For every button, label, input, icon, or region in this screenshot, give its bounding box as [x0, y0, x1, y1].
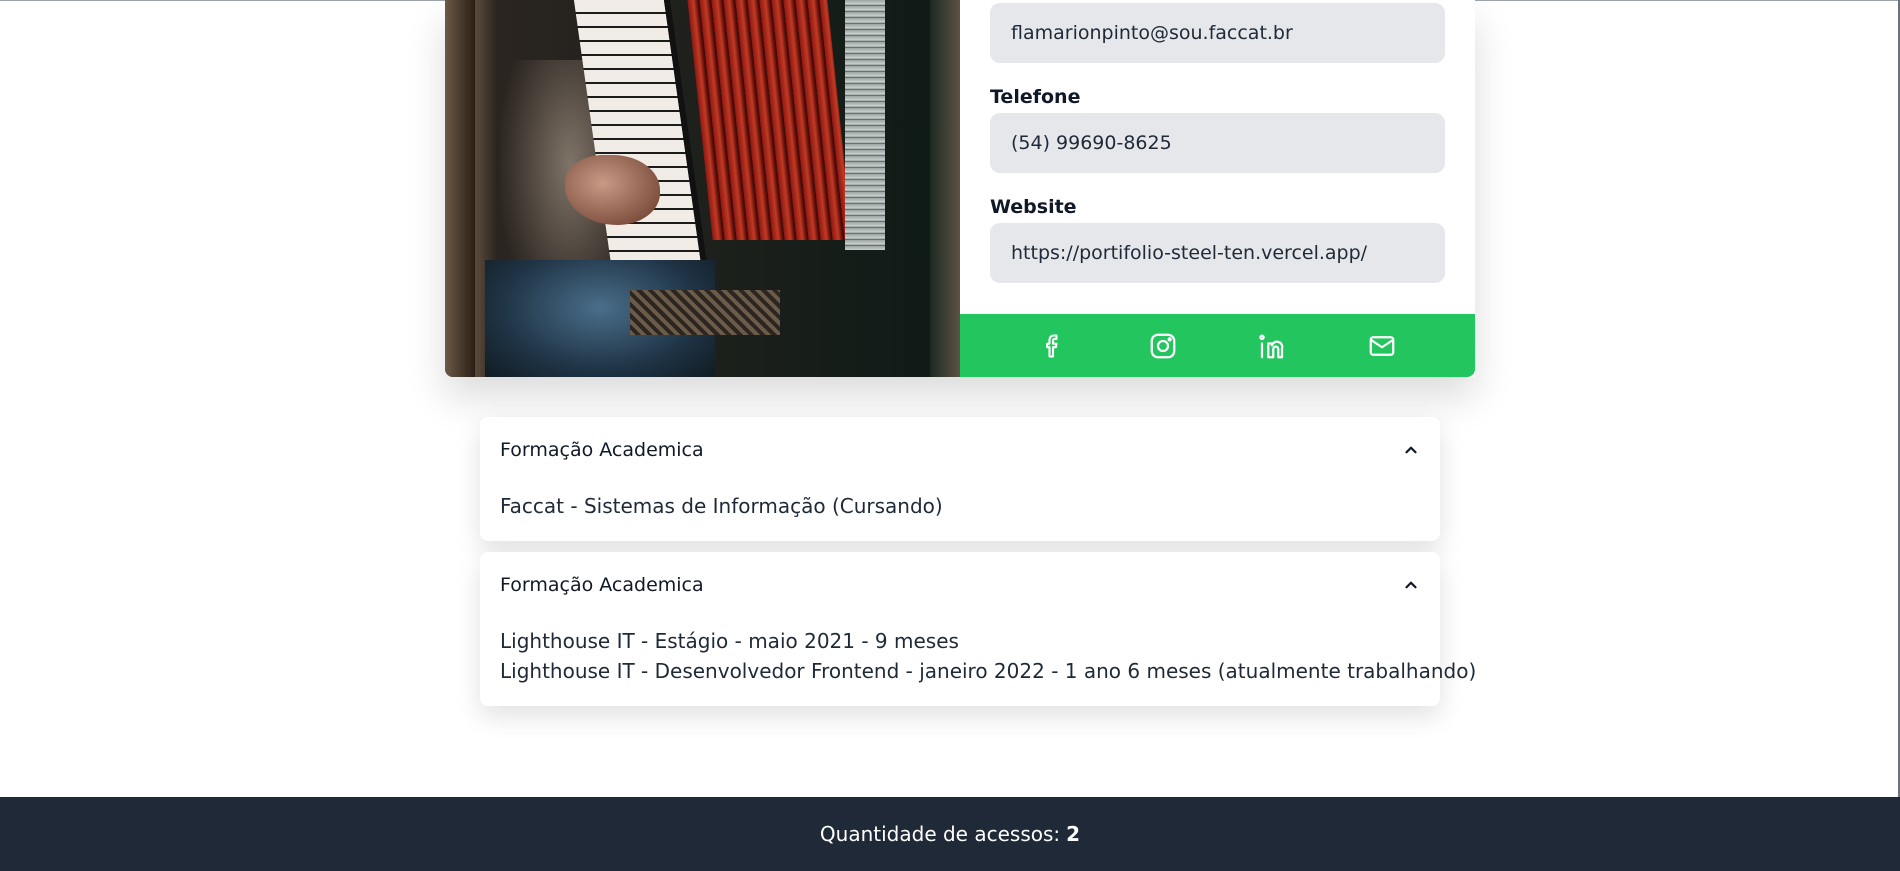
website-value: https://portifolio-steel-ten.vercel.app/ — [1011, 242, 1368, 264]
phone-value: (54) 99690-8625 — [1011, 132, 1172, 154]
phone-field[interactable]: (54) 99690-8625 — [990, 113, 1445, 173]
accordion-title[interactable]: Formação Academica — [500, 574, 704, 596]
chevron-up-icon[interactable] — [1402, 576, 1420, 594]
mail-icon[interactable] — [1365, 329, 1399, 363]
accordion-experience: Formação Academica Lighthouse IT - Estág… — [480, 552, 1476, 706]
footer: Quantidade de acessos: 2 — [0, 797, 1900, 871]
profile-photo — [445, 0, 960, 377]
instagram-icon[interactable] — [1146, 329, 1180, 363]
chevron-up-icon[interactable] — [1402, 441, 1420, 459]
facebook-icon[interactable] — [1036, 329, 1070, 363]
accordion-bellows — [687, 0, 853, 240]
phone-label: Telefone — [990, 86, 1081, 108]
list-item: Lighthouse IT - Estágio - maio 2021 - 9 … — [500, 629, 959, 653]
access-count-label: Quantidade de acessos: — [819, 822, 1061, 846]
list-item: Lighthouse IT - Desenvolvedor Frontend -… — [500, 659, 1477, 683]
contact-info: flamarionpinto@sou.faccat.br Telefone (5… — [960, 0, 1475, 377]
website-label: Website — [990, 196, 1077, 218]
list-item: Faccat - Sistemas de Informação (Cursand… — [500, 494, 943, 518]
profile-card: flamarionpinto@sou.faccat.br Telefone (5… — [445, 0, 1475, 377]
accordion-education: Formação Academica Faccat - Sistemas de … — [480, 417, 1440, 541]
website-field[interactable]: https://portifolio-steel-ten.vercel.app/ — [990, 223, 1445, 283]
email-field[interactable]: flamarionpinto@sou.faccat.br — [990, 3, 1445, 63]
access-count-value: 2 — [1066, 822, 1081, 846]
email-value: flamarionpinto@sou.faccat.br — [1011, 22, 1293, 44]
social-bar — [960, 314, 1475, 377]
accordion-title[interactable]: Formação Academica — [500, 439, 704, 461]
linkedin-icon[interactable] — [1255, 329, 1289, 363]
